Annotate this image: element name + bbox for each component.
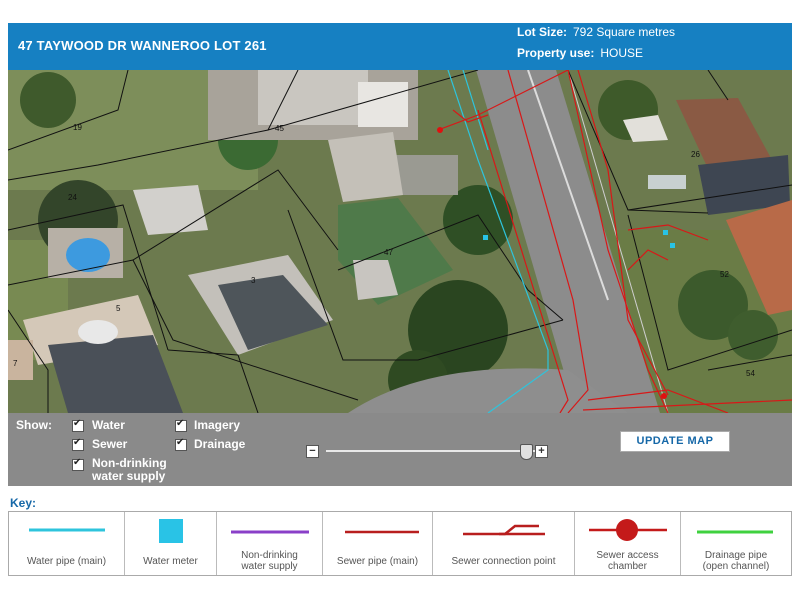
lot-size-value: 792 Square metres bbox=[573, 25, 676, 39]
property-use-label: Property use: bbox=[517, 46, 595, 60]
key-label-drainage-line2: (open channel) bbox=[702, 561, 770, 572]
lot-number-47: 47 bbox=[384, 248, 393, 257]
non-drinking-symbol bbox=[231, 530, 309, 534]
lot-number-45: 45 bbox=[275, 124, 284, 133]
sewer-access-symbol bbox=[589, 519, 667, 541]
lot-number-3: 3 bbox=[251, 276, 256, 285]
key-item-water-meter: Water meter bbox=[125, 512, 217, 575]
key-item-drainage: Drainage pipe (open channel) bbox=[681, 512, 791, 575]
lot-number-54: 54 bbox=[746, 369, 755, 378]
key-label-sewer-access-line1: Sewer access bbox=[596, 550, 659, 561]
sewer-label: Sewer bbox=[92, 437, 128, 451]
property-use-value: HOUSE bbox=[600, 46, 644, 60]
map-canvas[interactable]: 19 45 24 47 3 5 7 26 52 54 bbox=[8, 70, 792, 413]
lot-number-7: 7 bbox=[13, 359, 18, 368]
key-label-sewer-pipe: Sewer pipe (main) bbox=[336, 556, 419, 567]
map-controls: Show: Water Sewer Non-drinking water sup… bbox=[8, 413, 792, 486]
sewer-connection-symbol bbox=[463, 524, 545, 536]
zoom-slider-thumb[interactable] bbox=[520, 444, 533, 460]
zoom-slider-track[interactable] bbox=[326, 450, 536, 452]
key-title: Key: bbox=[10, 496, 37, 510]
non-drinking-water-label: Non-drinking water supply bbox=[92, 457, 167, 483]
key-item-sewer-connection: Sewer connection point bbox=[433, 512, 575, 575]
key-item-non-drinking: Non-drinking water supply bbox=[217, 512, 323, 575]
water-pipe-symbol bbox=[29, 528, 105, 532]
key-label-non-drinking-line2: water supply bbox=[241, 561, 298, 572]
sewer-checkbox[interactable] bbox=[72, 437, 84, 451]
key-item-sewer-access: Sewer access chamber bbox=[575, 512, 681, 575]
aerial-map[interactable]: 19 45 24 47 3 5 7 26 52 54 bbox=[8, 70, 792, 413]
lot-number-26: 26 bbox=[691, 150, 700, 159]
lot-size: Lot Size: 792 Square metres bbox=[517, 25, 675, 39]
key-item-sewer-pipe: Sewer pipe (main) bbox=[323, 512, 433, 575]
non-drinking-water-checkbox[interactable] bbox=[72, 457, 84, 471]
lot-number-19: 19 bbox=[73, 123, 82, 132]
zoom-out-button[interactable]: − bbox=[306, 445, 319, 458]
update-map-button[interactable]: UPDATE MAP bbox=[620, 431, 730, 452]
imagery-checkbox[interactable] bbox=[175, 418, 187, 432]
water-checkbox[interactable] bbox=[72, 418, 84, 432]
drainage-checkbox[interactable] bbox=[175, 437, 187, 451]
non-drinking-label-line2: water supply bbox=[92, 469, 166, 483]
lot-number-24: 24 bbox=[68, 193, 77, 202]
drainage-symbol bbox=[697, 530, 773, 534]
property-use: Property use: HOUSE bbox=[517, 46, 643, 60]
key-label-water-meter: Water meter bbox=[143, 556, 198, 567]
property-header: 47 TAYWOOD DR WANNEROO LOT 261 Lot Size:… bbox=[8, 23, 792, 70]
key-label-sewer-access: Sewer access chamber bbox=[575, 550, 680, 572]
water-label: Water bbox=[92, 418, 125, 432]
key-label-drainage-line1: Drainage pipe bbox=[704, 550, 768, 561]
key-label-sewer-access-line2: chamber bbox=[608, 561, 647, 572]
map-key: Water pipe (main) Water meter Non-drinki… bbox=[8, 511, 792, 576]
lot-number-5: 5 bbox=[116, 304, 121, 313]
key-label-water-pipe: Water pipe (main) bbox=[26, 556, 107, 567]
water-meter-symbol bbox=[159, 519, 183, 543]
zoom-in-button[interactable]: + bbox=[535, 445, 548, 458]
lot-number-52: 52 bbox=[720, 270, 729, 279]
imagery-label: Imagery bbox=[194, 418, 241, 432]
key-label-sewer-connection: Sewer connection point bbox=[451, 556, 556, 567]
key-label-drainage: Drainage pipe (open channel) bbox=[681, 550, 791, 572]
property-address: 47 TAYWOOD DR WANNEROO LOT 261 bbox=[18, 38, 267, 53]
key-item-water-pipe: Water pipe (main) bbox=[9, 512, 125, 575]
lot-size-label: Lot Size: bbox=[517, 25, 567, 39]
key-label-non-drinking: Non-drinking water supply bbox=[217, 550, 322, 572]
key-label-non-drinking-line1: Non-drinking bbox=[241, 550, 298, 561]
non-drinking-label-line1: Non-drinking bbox=[92, 456, 167, 470]
drainage-label: Drainage bbox=[194, 437, 246, 451]
show-label: Show: bbox=[16, 418, 52, 432]
sewer-pipe-symbol bbox=[345, 530, 419, 534]
